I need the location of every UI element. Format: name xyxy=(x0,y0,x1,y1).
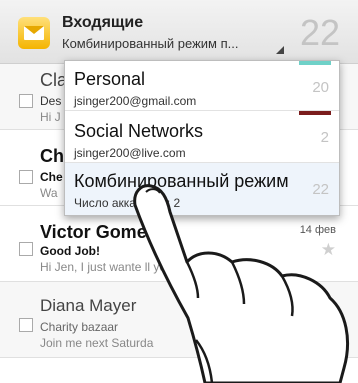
message-row[interactable]: Diana Mayer Charity bazaar Join me next … xyxy=(0,282,358,358)
top-bar: Входящие Комбинированный режим п... 22 xyxy=(0,0,358,64)
account-color-stripe xyxy=(299,111,331,115)
message-sender: Diana Mayer xyxy=(40,296,137,315)
account-name: Комбинированный режим xyxy=(74,171,289,191)
account-email: jsinger200@live.com xyxy=(74,146,186,160)
message-subject: Des xyxy=(40,94,62,108)
message-subject: Charity bazaar xyxy=(40,320,119,334)
account-item-personal[interactable]: Personal jsinger200@gmail.com 20 xyxy=(65,61,339,111)
account-name: Personal xyxy=(74,69,146,89)
account-unread-count: 22 xyxy=(312,181,329,198)
account-email: jsinger200@gmail.com xyxy=(74,94,197,108)
mail-envelope-icon[interactable] xyxy=(18,17,50,49)
account-unread-count: 20 xyxy=(312,79,329,96)
message-checkbox[interactable] xyxy=(19,242,33,256)
message-subject: Che xyxy=(40,170,63,184)
message-snippet: Hi Jen, I just wante ll you that you... xyxy=(40,260,229,274)
message-snippet: Join me next Saturda xyxy=(40,336,154,350)
message-subject: Good Job! xyxy=(40,244,100,258)
dropdown-caret-icon[interactable] xyxy=(276,46,284,54)
star-icon[interactable]: ★ xyxy=(321,240,336,260)
message-checkbox[interactable] xyxy=(19,318,33,332)
message-sender: Cla xyxy=(40,70,68,90)
unread-count: 22 xyxy=(299,12,340,53)
account-unread-count: 2 xyxy=(320,129,329,146)
folder-title[interactable]: Входящие xyxy=(62,14,143,32)
account-count-label: Число аккаунтов: 2 xyxy=(74,196,181,210)
account-name: Social Networks xyxy=(74,121,204,141)
message-checkbox[interactable] xyxy=(19,94,33,108)
account-item-social-networks[interactable]: Social Networks jsinger200@live.com 2 xyxy=(65,111,339,163)
account-mode-subtitle[interactable]: Комбинированный режим п... xyxy=(62,36,238,51)
message-sender: Ch xyxy=(40,146,64,166)
message-date: 14 фев xyxy=(299,224,336,236)
account-item-combined[interactable]: Комбинированный режим Число аккаунтов: 2… xyxy=(65,163,339,215)
account-dropdown: Personal jsinger200@gmail.com 20 Social … xyxy=(64,60,340,216)
message-checkbox[interactable] xyxy=(19,170,33,184)
message-row[interactable]: Victor Gome Good Job! Hi Jen, I just wan… xyxy=(0,206,358,282)
account-color-stripe xyxy=(299,61,331,65)
message-sender: Victor Gome xyxy=(40,222,147,242)
